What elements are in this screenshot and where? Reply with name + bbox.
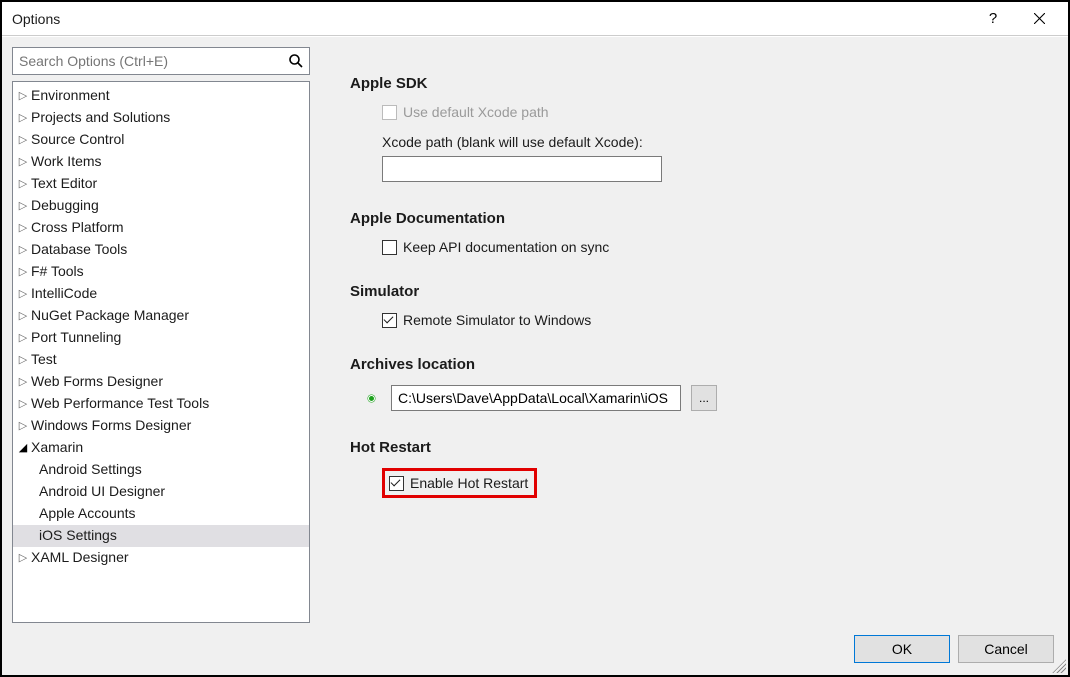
- tree-item-winforms[interactable]: ▷Windows Forms Designer: [13, 415, 309, 437]
- settings-panel: Apple SDK Use default Xcode path Xcode p…: [320, 47, 1058, 623]
- use-default-xcode-checkbox: [382, 105, 397, 120]
- archives-path-input[interactable]: [391, 385, 681, 411]
- enable-hot-restart-label: Enable Hot Restart: [410, 475, 528, 491]
- tree-item-work-items[interactable]: ▷Work Items: [13, 151, 309, 173]
- enable-hot-restart-checkbox[interactable]: [389, 476, 404, 491]
- window-title: Options: [12, 11, 60, 27]
- tree-item-projects[interactable]: ▷Projects and Solutions: [13, 107, 309, 129]
- cancel-button[interactable]: Cancel: [958, 635, 1054, 663]
- xcode-path-label: Xcode path (blank will use default Xcode…: [382, 134, 1038, 150]
- section-archives: Archives location: [350, 356, 1038, 373]
- status-dot-icon: [368, 395, 375, 402]
- keep-api-sync-label: Keep API documentation on sync: [403, 239, 609, 255]
- tree-item-fsharp[interactable]: ▷F# Tools: [13, 261, 309, 283]
- tree-item-xamarin[interactable]: ◢Xamarin: [13, 437, 309, 459]
- tree-item-source-control[interactable]: ▷Source Control: [13, 129, 309, 151]
- xcode-path-input[interactable]: [382, 156, 662, 182]
- tree-item-xaml-designer[interactable]: ▷XAML Designer: [13, 547, 309, 569]
- section-hot-restart: Hot Restart: [350, 439, 1038, 456]
- tree-item-web-perf[interactable]: ▷Web Performance Test Tools: [13, 393, 309, 415]
- tree-item-cross-platform[interactable]: ▷Cross Platform: [13, 217, 309, 239]
- options-tree[interactable]: ▷Environment ▷Projects and Solutions ▷So…: [12, 81, 310, 623]
- tree-item-web-forms[interactable]: ▷Web Forms Designer: [13, 371, 309, 393]
- tree-item-debugging[interactable]: ▷Debugging: [13, 195, 309, 217]
- hot-restart-highlight: Enable Hot Restart: [382, 468, 537, 498]
- tree-item-apple-accounts[interactable]: Apple Accounts: [13, 503, 309, 525]
- resize-grip-icon[interactable]: [1052, 659, 1066, 673]
- tree-item-android-settings[interactable]: Android Settings: [13, 459, 309, 481]
- section-apple-doc: Apple Documentation: [350, 210, 1038, 227]
- titlebar: Options ?: [2, 2, 1068, 36]
- tree-item-text-editor[interactable]: ▷Text Editor: [13, 173, 309, 195]
- dialog-footer: OK Cancel: [2, 623, 1068, 675]
- tree-item-database-tools[interactable]: ▷Database Tools: [13, 239, 309, 261]
- section-apple-sdk: Apple SDK: [350, 75, 1038, 92]
- tree-item-intellicode[interactable]: ▷IntelliCode: [13, 283, 309, 305]
- ok-button[interactable]: OK: [854, 635, 950, 663]
- nav-panel: ▷Environment ▷Projects and Solutions ▷So…: [12, 47, 310, 623]
- tree-item-ios-settings[interactable]: iOS Settings: [13, 525, 309, 547]
- remote-simulator-checkbox[interactable]: [382, 313, 397, 328]
- tree-item-port-tunneling[interactable]: ▷Port Tunneling: [13, 327, 309, 349]
- search-input[interactable]: [12, 47, 310, 75]
- tree-item-nuget[interactable]: ▷NuGet Package Manager: [13, 305, 309, 327]
- tree-item-environment[interactable]: ▷Environment: [13, 85, 309, 107]
- tree-item-test[interactable]: ▷Test: [13, 349, 309, 371]
- use-default-xcode-label: Use default Xcode path: [403, 104, 549, 120]
- remote-simulator-label: Remote Simulator to Windows: [403, 312, 591, 328]
- keep-api-sync-checkbox[interactable]: [382, 240, 397, 255]
- tree-item-android-ui[interactable]: Android UI Designer: [13, 481, 309, 503]
- search-icon[interactable]: [286, 51, 306, 71]
- help-button[interactable]: ?: [970, 3, 1016, 35]
- close-button[interactable]: [1016, 3, 1062, 35]
- search-box: [12, 47, 310, 75]
- archives-browse-button[interactable]: ...: [691, 385, 717, 411]
- section-simulator: Simulator: [350, 283, 1038, 300]
- close-icon: [1034, 13, 1045, 24]
